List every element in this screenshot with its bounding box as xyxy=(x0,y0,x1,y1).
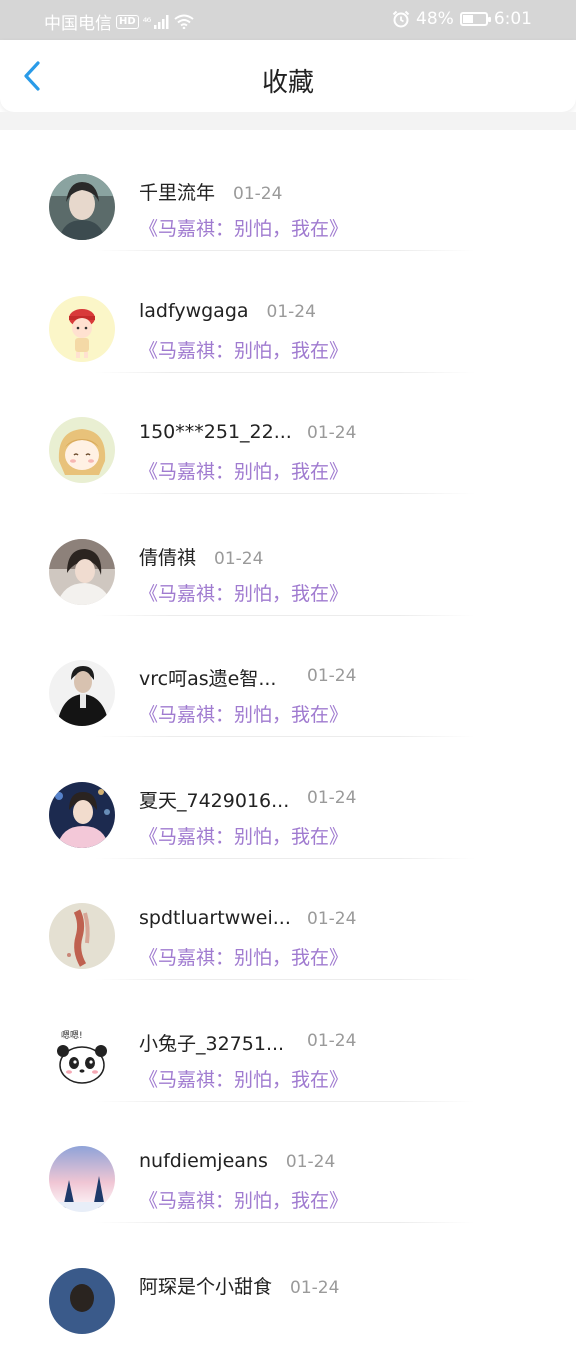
username: 夏天_7429016...01-24 xyxy=(139,786,289,813)
message-text[interactable]: 《马嘉祺：别怕，我在》 xyxy=(139,1186,348,1213)
list-item[interactable]: 150***251_22...01-24 《马嘉祺：别怕，我在》 xyxy=(0,373,576,495)
alarm-icon xyxy=(392,10,410,28)
username: ladfywgaga 01-24 xyxy=(139,300,316,322)
avatar[interactable] xyxy=(49,174,115,240)
battery-icon xyxy=(460,12,488,26)
carrier-label: 中国电信 xyxy=(44,9,112,34)
list-item[interactable]: 千里流年 01-24 《马嘉祺：别怕，我在》 xyxy=(0,130,576,252)
avatar[interactable] xyxy=(49,660,115,726)
username-text: 150***251_22... xyxy=(139,421,292,443)
avatar[interactable]: 嗯嗯! xyxy=(49,1025,115,1091)
message-text[interactable]: 《马嘉祺：别怕，我在》 xyxy=(139,336,348,363)
avatar[interactable] xyxy=(49,417,115,483)
date-label: 01-24 xyxy=(307,909,356,929)
date-label: 01-24 xyxy=(307,788,356,808)
page-title: 收藏 xyxy=(0,62,576,99)
list-item[interactable]: 夏天_7429016...01-24 《马嘉祺：别怕，我在》 xyxy=(0,738,576,860)
list-item[interactable]: 阿琛是个小甜食 01-24 xyxy=(0,1224,576,1345)
avatar[interactable] xyxy=(49,296,115,362)
username-text: vrc呵as遗e智... xyxy=(139,668,276,690)
username-text: spdtluartwwei... xyxy=(139,907,291,929)
hd-icon: HD xyxy=(116,15,139,29)
clock: 6:01 xyxy=(494,9,532,29)
header-spacer xyxy=(0,112,576,130)
header: 收藏 xyxy=(0,40,576,112)
signal-icon xyxy=(154,15,170,29)
list-item[interactable]: 倩倩祺 01-24 《马嘉祺：别怕，我在》 xyxy=(0,495,576,617)
list-item[interactable]: 嗯嗯! 小兔子_32751...01-24 《马嘉祺：别怕，我在》 xyxy=(0,981,576,1103)
username: spdtluartwwei...01-24 xyxy=(139,907,291,929)
username-text: 倩倩祺 xyxy=(139,547,196,569)
username-text: 夏天_7429016... xyxy=(139,790,289,812)
username-text: ladfywgaga xyxy=(139,300,249,322)
list-item[interactable]: nufdiemjeans 01-24 《马嘉祺：别怕，我在》 xyxy=(0,1102,576,1224)
list-item[interactable]: ladfywgaga 01-24 《马嘉祺：别怕，我在》 xyxy=(0,252,576,374)
username: 倩倩祺 01-24 xyxy=(139,543,263,570)
username: vrc呵as遗e智...01-24 xyxy=(139,664,276,691)
username: 小兔子_32751...01-24 xyxy=(139,1029,284,1056)
date-label: 01-24 xyxy=(307,1031,356,1051)
favorites-list: 千里流年 01-24 《马嘉祺：别怕，我在》 ladfywgaga 01-24 《马… xyxy=(0,130,576,1345)
status-right: 48% 6:01 xyxy=(392,9,532,29)
battery-level xyxy=(463,15,474,23)
message-text[interactable]: 《马嘉祺：别怕，我在》 xyxy=(139,214,348,241)
message-text[interactable]: 《马嘉祺：别怕，我在》 xyxy=(139,700,348,727)
date-label: 01-24 xyxy=(267,302,316,322)
date-label: 01-24 xyxy=(290,1278,339,1298)
date-label: 01-24 xyxy=(214,549,263,569)
username-text: 阿琛是个小甜食 xyxy=(139,1276,272,1298)
date-label: 01-24 xyxy=(307,423,356,443)
avatar[interactable] xyxy=(49,903,115,969)
message-text[interactable]: 《马嘉祺：别怕，我在》 xyxy=(139,457,348,484)
list-item[interactable]: spdtluartwwei...01-24 《马嘉祺：别怕，我在》 xyxy=(0,859,576,981)
date-label: 01-24 xyxy=(307,666,356,686)
username-text: 小兔子_32751... xyxy=(139,1033,284,1055)
message-text[interactable]: 《马嘉祺：别怕，我在》 xyxy=(139,943,348,970)
avatar[interactable] xyxy=(49,539,115,605)
list-item[interactable]: vrc呵as遗e智...01-24 《马嘉祺：别怕，我在》 xyxy=(0,616,576,738)
username-text: nufdiemjeans xyxy=(139,1150,268,1172)
date-label: 01-24 xyxy=(286,1152,335,1172)
username: 千里流年 01-24 xyxy=(139,178,282,205)
avatar[interactable] xyxy=(49,1268,115,1334)
wifi-icon xyxy=(174,14,194,29)
username-text: 千里流年 xyxy=(139,182,215,204)
username: 阿琛是个小甜食 01-24 xyxy=(139,1272,339,1299)
avatar[interactable] xyxy=(49,782,115,848)
avatar[interactable] xyxy=(49,1146,115,1212)
message-text[interactable]: 《马嘉祺：别怕，我在》 xyxy=(139,822,348,849)
username: nufdiemjeans 01-24 xyxy=(139,1150,335,1172)
date-label: 01-24 xyxy=(233,184,282,204)
status-bar: 中国电信 HD ⁴⁶ 48% 6:01 xyxy=(0,0,576,40)
status-left: 中国电信 HD ⁴⁶ xyxy=(44,9,194,34)
battery-percent: 48% xyxy=(416,9,454,29)
network-type: ⁴⁶ xyxy=(143,15,151,29)
message-text[interactable]: 《马嘉祺：别怕，我在》 xyxy=(139,579,348,606)
message-text[interactable]: 《马嘉祺：别怕，我在》 xyxy=(139,1065,348,1092)
username: 150***251_22...01-24 xyxy=(139,421,292,443)
svg-text:嗯嗯!: 嗯嗯! xyxy=(61,1030,83,1041)
